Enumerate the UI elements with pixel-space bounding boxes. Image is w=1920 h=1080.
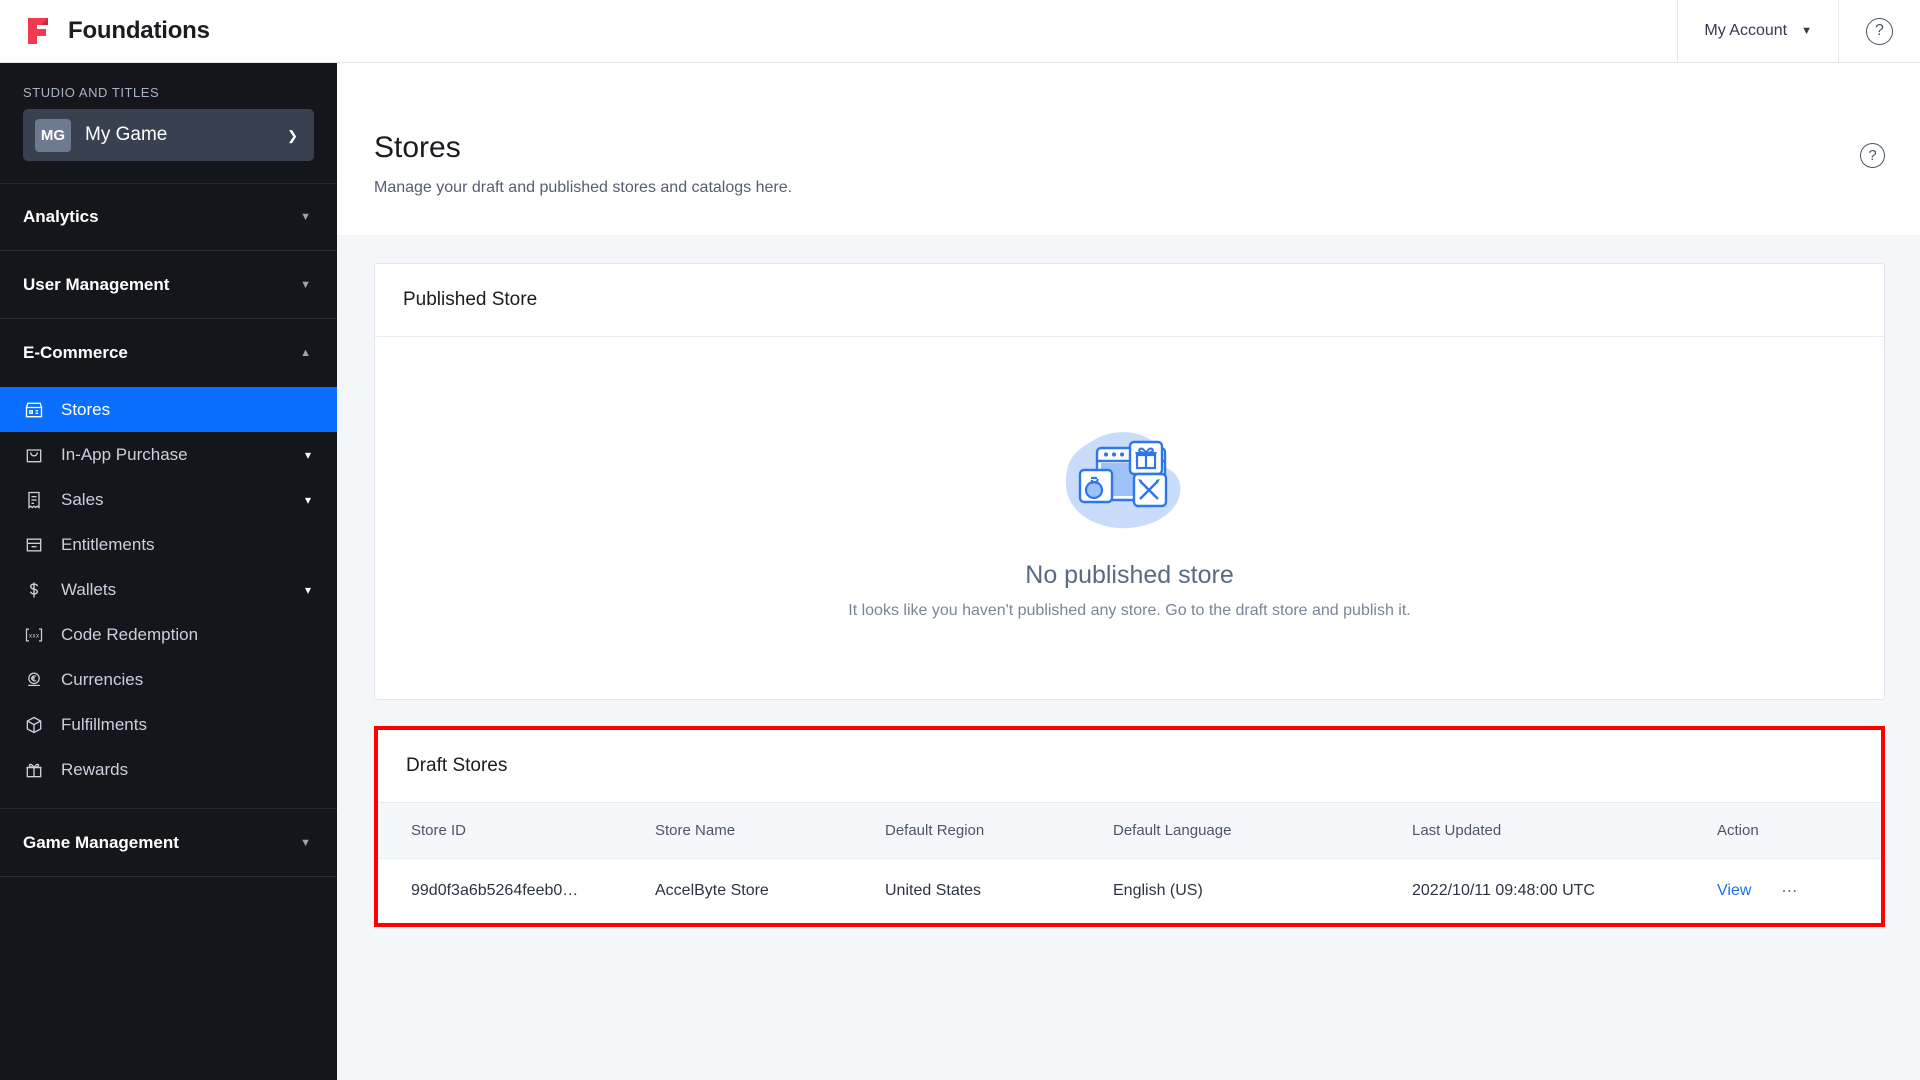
dollar-icon xyxy=(23,579,45,601)
main-content: Stores Manage your draft and published s… xyxy=(337,63,1920,1080)
empty-state-title: No published store xyxy=(1025,560,1234,589)
cell-action: View ⋯ xyxy=(1717,859,1881,924)
receipt-icon xyxy=(23,489,45,511)
help-glyph: ? xyxy=(1868,147,1877,164)
cell-last-updated: 2022/10/11 09:48:00 UTC xyxy=(1412,882,1595,899)
cell-store-id: 99d0f3a6b5264feeb0… xyxy=(411,882,579,899)
triangle-up-icon: ▲ xyxy=(300,347,311,359)
sidebar-item-wallets-label: Wallets xyxy=(61,579,117,599)
sidebar-item-currencies[interactable]: Currencies xyxy=(0,657,337,702)
sidebar-item-entitlements[interactable]: Entitlements xyxy=(0,522,337,567)
sidebar-group-user-management[interactable]: User Management ▼ xyxy=(0,251,337,319)
ellipsis-icon[interactable]: ⋯ xyxy=(1781,881,1798,901)
draft-stores-card: Draft Stores Store ID Store Name Default… xyxy=(374,726,1885,927)
page-title: Stores xyxy=(374,131,461,164)
sidebar-item-entitlements-label: Entitlements xyxy=(61,534,155,554)
brand[interactable]: Foundations xyxy=(0,0,337,62)
sidebar-item-in-app-purchase[interactable]: In-App Purchase ▾ xyxy=(0,432,337,477)
column-header-store-name: Store Name xyxy=(655,802,885,859)
published-store-empty-state: No published store It looks like you hav… xyxy=(375,337,1884,699)
sidebar-group-analytics-label: Analytics xyxy=(23,207,99,226)
sidebar-item-code-redemption-label: Code Redemption xyxy=(61,624,199,644)
chevron-down-icon: ▾ xyxy=(304,582,311,597)
page-help-button[interactable]: ? xyxy=(1860,143,1885,168)
triangle-down-icon: ▼ xyxy=(300,278,311,291)
cell-store-name: AccelByte Store xyxy=(655,882,769,899)
sidebar-item-code-redemption[interactable]: xxx Code Redemption xyxy=(0,612,337,657)
draft-stores-title: Draft Stores xyxy=(406,755,508,776)
game-initials-badge: MG xyxy=(35,118,71,152)
help-circle-icon: ? xyxy=(1866,17,1893,45)
sidebar-item-rewards-label: Rewards xyxy=(61,759,129,779)
content-area: Published Store No published store It lo… xyxy=(337,235,1920,927)
sidebar-item-stores[interactable]: Stores xyxy=(0,387,337,432)
sidebar-group-e-commerce-label: E-Commerce xyxy=(23,343,128,362)
sidebar-group-game-management[interactable]: Game Management ▼ xyxy=(0,809,337,877)
studio-and-titles-label: STUDIO AND TITLES xyxy=(23,85,160,100)
svg-text:xxx: xxx xyxy=(29,633,40,639)
chevron-down-icon: ▾ xyxy=(304,447,311,462)
table-body: 99d0f3a6b5264feeb0… AccelByte Store Unit… xyxy=(378,859,1881,924)
empty-state-subtitle: It looks like you haven't published any … xyxy=(848,601,1411,619)
page-header: Stores Manage your draft and published s… xyxy=(337,63,1920,235)
published-store-card: Published Store No published store It lo… xyxy=(374,263,1885,700)
column-header-store-id: Store ID xyxy=(378,802,655,859)
game-name-label: My Game xyxy=(85,124,168,145)
sidebar-group-game-management-label: Game Management xyxy=(23,832,179,852)
box-icon xyxy=(23,714,45,736)
column-header-default-region: Default Region xyxy=(885,802,1113,859)
chevron-down-icon: ▾ xyxy=(304,492,311,507)
table-header: Store ID Store Name Default Region Defau… xyxy=(378,802,1881,859)
code-brackets-icon: xxx xyxy=(23,624,45,646)
entitlement-icon xyxy=(23,534,45,556)
sidebar: STUDIO AND TITLES MG My Game ❯ Analytics… xyxy=(0,63,337,1080)
body: STUDIO AND TITLES MG My Game ❯ Analytics… xyxy=(0,63,1920,1080)
sidebar-item-currencies-label: Currencies xyxy=(61,669,144,689)
brand-name: Foundations xyxy=(68,17,210,44)
sidebar-item-in-app-purchase-label: In-App Purchase xyxy=(61,444,188,464)
game-selector[interactable]: MG My Game ❯ xyxy=(23,109,314,161)
page-subtitle: Manage your draft and published stores a… xyxy=(374,179,793,196)
sidebar-item-stores-label: Stores xyxy=(61,399,111,419)
sidebar-item-fulfillments[interactable]: Fulfillments xyxy=(0,702,337,747)
chevron-down-icon: ❯ xyxy=(287,127,298,143)
my-account-menu[interactable]: My Account ▼ xyxy=(1677,0,1838,62)
foundations-logo-icon xyxy=(28,18,48,44)
shopping-bag-icon xyxy=(23,444,45,466)
top-bar: Foundations My Account ▼ ? xyxy=(0,0,1920,63)
view-link[interactable]: View xyxy=(1717,882,1751,900)
currency-coin-icon xyxy=(23,669,45,691)
app-root: Foundations My Account ▼ ? STUDIO AND TI… xyxy=(0,0,1920,1080)
column-header-default-language: Default Language xyxy=(1113,802,1412,859)
triangle-down-icon: ▼ xyxy=(300,836,311,849)
store-icon xyxy=(23,399,45,421)
sidebar-group-analytics[interactable]: Analytics ▼ xyxy=(0,183,337,251)
sidebar-group-e-commerce[interactable]: E-Commerce ▲ xyxy=(0,319,337,387)
sidebar-item-wallets[interactable]: Wallets ▾ xyxy=(0,567,337,612)
my-account-label: My Account xyxy=(1704,22,1788,39)
sidebar-item-sales[interactable]: Sales ▾ xyxy=(0,477,337,522)
column-header-action: Action xyxy=(1717,802,1881,859)
gift-icon xyxy=(23,759,45,781)
sidebar-item-fulfillments-label: Fulfillments xyxy=(61,714,147,734)
published-store-title: Published Store xyxy=(375,264,1884,337)
sidebar-item-sales-label: Sales xyxy=(61,489,104,509)
empty-store-illustration xyxy=(1065,431,1181,528)
draft-stores-table: Store ID Store Name Default Region Defau… xyxy=(378,802,1881,923)
help-button[interactable]: ? xyxy=(1838,0,1920,62)
help-circle-icon: ? xyxy=(1860,143,1885,168)
column-header-last-updated: Last Updated xyxy=(1412,802,1717,859)
triangle-down-icon: ▼ xyxy=(300,211,311,223)
cell-default-region: United States xyxy=(885,882,982,899)
chevron-down-icon: ▼ xyxy=(1801,25,1812,37)
sidebar-group-user-management-label: User Management xyxy=(23,274,170,294)
table-row[interactable]: 99d0f3a6b5264feeb0… AccelByte Store Unit… xyxy=(378,859,1881,924)
top-bar-spacer xyxy=(337,0,1677,62)
cell-default-language: English (US) xyxy=(1113,882,1203,899)
help-glyph: ? xyxy=(1875,22,1884,39)
sidebar-item-rewards[interactable]: Rewards xyxy=(0,747,337,792)
table-header-row: Store ID Store Name Default Region Defau… xyxy=(378,802,1881,859)
